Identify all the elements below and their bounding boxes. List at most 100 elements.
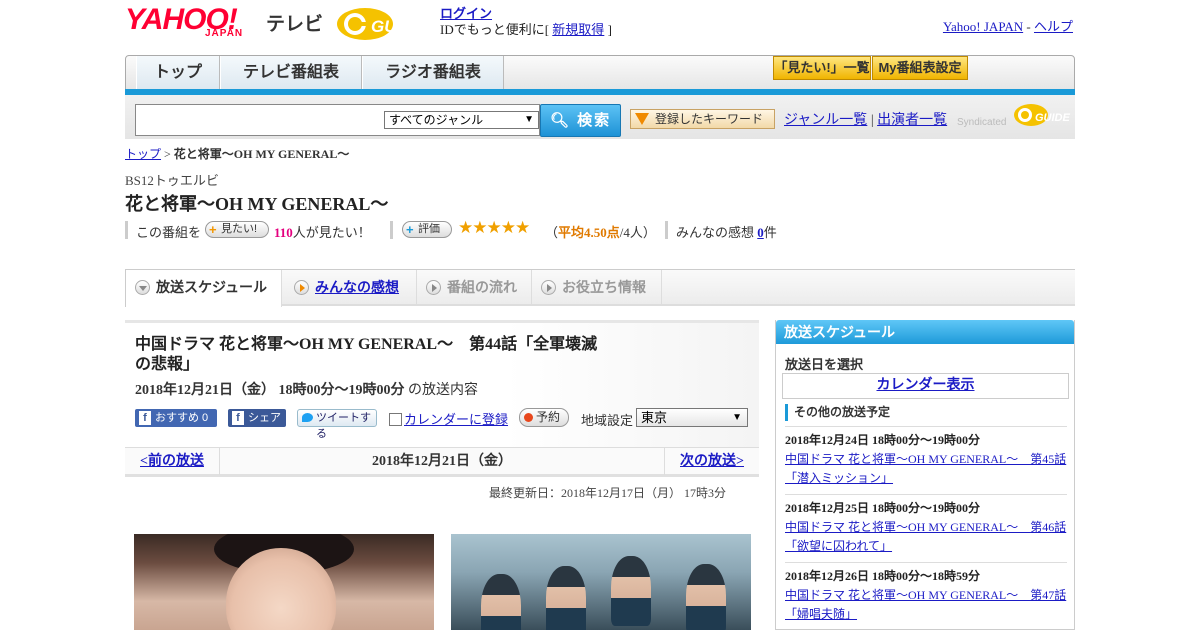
search-button-label: 検索 [577,112,612,129]
calendar-display-link[interactable]: カレンダー表示 [877,378,975,393]
nav-tab-radio-listings[interactable]: ラジオ番組表 [362,56,504,90]
impressions-label: みんなの感想 [676,225,755,240]
dropdown-arrow-icon: ▼ [732,412,742,423]
twitter-bird-icon [302,413,313,422]
schedule-item: 2018年12月24日 18時00分～19時00分 中国ドラマ 花と将軍～OH … [785,426,1067,488]
tab-label: 番組の流れ [447,279,517,295]
top-right-links: Yahoo! JAPAN - ヘルプ [943,16,1073,35]
breadcrumb-separator: > [164,147,171,161]
plus-icon: + [406,222,414,237]
episode-title: 中国ドラマ 花と将軍～OH MY GENERAL～ 第44話「全軍壊滅の悲報」 [135,336,598,373]
nav-tab-tv-listings[interactable]: テレビ番組表 [220,56,362,90]
schedule-item: 2018年12月26日 18時00分～18時59分 中国ドラマ 花と将軍～OH … [785,562,1067,624]
tab-label: お役立ち情報 [562,279,646,295]
arrow-right-icon [426,280,441,295]
calendar-icon [389,413,402,426]
arrow-right-icon [294,280,309,295]
rate-button[interactable]: + 評価 [402,221,452,238]
impressions-unit: 件 [763,225,777,240]
signup-link[interactable]: 新規取得 [552,22,604,37]
schedule-date: 2018年12月24日 18時00分～19時00分 [785,433,981,447]
region-select[interactable]: 東京 ▼ [636,408,748,427]
channel-name: BS12トゥエルビ [125,173,219,188]
tab-impressions[interactable]: みんなの感想 [285,270,417,305]
login-link[interactable]: ログイン [440,6,492,21]
genre-select[interactable]: すべてのジャンル ▼ [384,111,539,129]
schedule-title-link[interactable]: 中国ドラマ 花と将軍～OH MY GENERAL～ 第45話「潜入ミッション」 [785,450,1067,488]
want-button-label: 見たい! [221,223,258,235]
breadcrumb-home-link[interactable]: トップ [125,147,161,161]
content-tabs: 放送スケジュール みんなの感想 番組の流れ お役立ち情報 [125,269,1075,307]
episode-photo-actress [134,534,434,630]
record-dot-icon [524,413,533,422]
calendar-register-link[interactable]: カレンダーに登録 [404,412,508,427]
search-button[interactable]: 🔍︎ 検索 [540,104,621,137]
facebook-recommend-label: おすすめ 0 [155,412,209,424]
rating-average: 平均4.50点 [558,225,620,240]
gguide-logo[interactable]: GUIDE [335,6,435,42]
schedule-date: 2018年12月25日 18時00分～19時00分 [785,501,981,515]
next-broadcast-link[interactable]: 次の放送> [664,448,759,475]
sidebar-heading: 放送スケジュール [776,320,1074,344]
performer-list-link[interactable]: 出演者一覧 [877,113,947,128]
impressions-summary: みんなの感想 0件 [676,222,777,241]
syndicated-text: Syndicated [957,117,1007,128]
schedule-sidebar: 放送スケジュール 放送日を選択 カレンダー表示 その他の放送予定 2018年12… [775,320,1075,630]
tab-program-flow[interactable]: 番組の流れ [417,270,532,305]
schedule-date: 2018年12月26日 18時00分～18時59分 [785,569,981,583]
other-schedules-heading: その他の放送予定 [785,404,1067,421]
episode-datetime-suffix: の放送内容 [404,383,478,398]
facebook-recommend-button[interactable]: f おすすめ 0 [135,409,217,427]
search-bar: すべてのジャンル ▼ 🔍︎ 検索 登録したキーワード ジャンル一覧 | 出演者一… [125,95,1075,139]
prev-broadcast-link[interactable]: <前の放送 [125,448,220,475]
dropdown-arrow-icon: ▼ [524,114,534,125]
program-stats-row: この番組を + 見たい! 110人が見たい！ + 評価 ★★★★★ （平均4.5… [125,218,825,241]
want-list-button[interactable]: 「見たい!」一覧 [773,56,871,80]
divider [125,221,128,239]
episode-panel: 中国ドラマ 花と将軍～OH MY GENERAL～ 第44話「全軍壊滅の悲報」 … [125,320,759,448]
registered-keywords-button[interactable]: 登録したキーワード [630,109,775,129]
nav-tab-top[interactable]: トップ [136,56,220,90]
help-link[interactable]: ヘルプ [1034,19,1073,34]
want-button[interactable]: + 見たい! [205,221,269,238]
schedule-title-link[interactable]: 中国ドラマ 花と将軍～OH MY GENERAL～ 第46話「欲望に囚われて」 [785,518,1067,556]
syndicated-gguide-logo: Syndicated GUIDE [957,102,1075,132]
tv-service-label: テレビ [266,14,324,35]
arrow-down-icon [135,280,150,295]
arrow-right-icon [541,280,556,295]
tweet-label: ツイートする [316,412,371,440]
tweet-button[interactable]: ツイートする [297,409,377,440]
rating-summary: （平均4.50点/4人） [545,222,656,241]
episode-datetime-line: 2018年12月21日（金） 18時00分～19時00分 の放送内容 [135,379,478,399]
link-separator: - [1026,19,1031,34]
login-block: ログイン IDでもっと便利に[ 新規取得 ] [440,6,612,38]
facebook-share-button[interactable]: f シェア [228,409,286,427]
my-program-settings-button[interactable]: My番組表設定 [872,56,968,80]
schedule-title-link[interactable]: 中国ドラマ 花と将軍～OH MY GENERAL～ 第47話「婦唱夫随」 [785,586,1067,624]
photo-figure [546,566,586,630]
tab-useful-info[interactable]: お役立ち情報 [532,270,662,305]
photo-figure [686,564,726,630]
divider [665,221,668,239]
genre-select-value: すべてのジャンル [389,113,484,127]
genre-list-link[interactable]: ジャンル一覧 [784,113,867,128]
rating-open: （ [545,225,559,240]
yahoo-japan-link[interactable]: Yahoo! JAPAN [943,19,1023,34]
reserve-label: 予約 [536,410,561,424]
episode-datetime: 2018年12月21日（金） 18時00分～19時00分 [135,383,405,398]
facebook-icon: f [139,411,151,425]
want-prefix: この番組を [136,225,202,240]
tab-broadcast-schedule[interactable]: 放送スケジュール [125,270,282,307]
plus-icon: + [209,222,217,237]
photo-figure [611,556,651,626]
reserve-button[interactable]: 予約 [519,408,569,427]
broadcast-pager: <前の放送 2018年12月21日（金） 次の放送> [125,447,759,477]
calendar-register: カレンダーに登録 [389,409,508,428]
login-prompt-end: ] [607,22,612,37]
region-label: 地域設定 [581,413,634,428]
rate-button-label: 評価 [418,223,440,235]
photo-figure [481,574,521,630]
yahoo-japan-logo[interactable]: YAHOO! JAPAN [125,5,242,44]
last-updated: 最終更新日：2018年12月17日（月） 17時3分 [489,486,727,500]
svg-text:GUIDE: GUIDE [1035,112,1071,124]
